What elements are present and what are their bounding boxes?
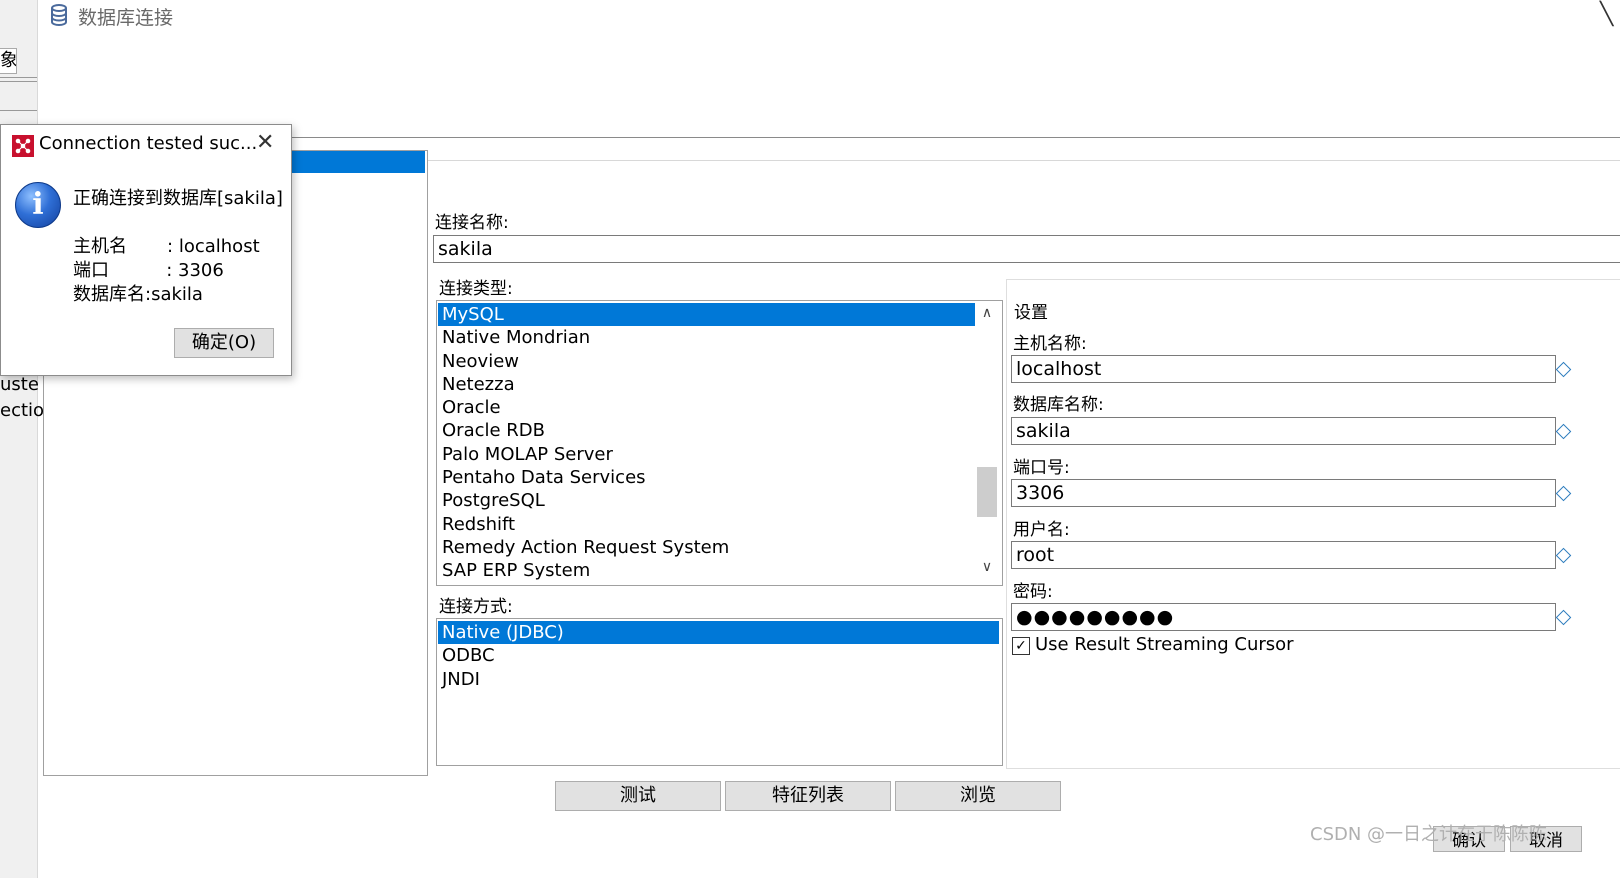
divider bbox=[0, 77, 37, 78]
chevron-up-icon[interactable]: ∧ bbox=[975, 305, 999, 325]
username-label: 用户名: bbox=[1013, 520, 1070, 540]
list-item[interactable]: Redshift bbox=[438, 513, 975, 536]
database-icon bbox=[50, 4, 68, 30]
connection-name-label: 连接名称: bbox=[435, 213, 509, 233]
divider bbox=[0, 81, 37, 82]
close-icon[interactable]: ╲ bbox=[1600, 0, 1613, 30]
list-item[interactable]: Oracle bbox=[438, 396, 975, 419]
username-input[interactable]: root bbox=[1011, 541, 1556, 569]
port-label: 端口号: bbox=[1013, 458, 1070, 478]
connection-type-list[interactable]: MySQL Native Mondrian Neoview Netezza Or… bbox=[436, 300, 1003, 586]
window-title: 数据库连接 bbox=[78, 7, 174, 29]
list-item[interactable]: Pentaho Data Services bbox=[438, 466, 975, 489]
settings-panel bbox=[1006, 279, 1620, 769]
dialog-title: Connection tested suc... bbox=[39, 133, 258, 154]
streaming-cursor-label: Use Result Streaming Cursor bbox=[1035, 634, 1294, 655]
database-label: 数据库名称: bbox=[1013, 395, 1104, 415]
watermark: CSDN @一日之计在于陈陈陈 bbox=[1310, 824, 1548, 845]
list-item[interactable]: Palo MOLAP Server bbox=[438, 443, 975, 466]
scroll-thumb[interactable] bbox=[977, 467, 997, 517]
connection-test-dialog: Connection tested suc... ✕ i 正确连接到数据库[sa… bbox=[0, 124, 292, 376]
list-item[interactable]: PostgreSQL bbox=[438, 489, 975, 512]
host-input[interactable]: localhost bbox=[1011, 355, 1556, 383]
access-method-list[interactable]: Native (JDBC) ODBC JNDI bbox=[436, 618, 1003, 766]
list-item[interactable]: Native (JDBC) bbox=[438, 621, 999, 645]
dialog-host-line: 主机名 : localhost bbox=[73, 236, 260, 257]
divider bbox=[290, 137, 1620, 138]
chevron-down-icon[interactable]: ∨ bbox=[975, 559, 999, 579]
info-icon: i bbox=[15, 182, 61, 228]
connection-type-label: 连接类型: bbox=[439, 279, 513, 299]
password-label: 密码: bbox=[1013, 582, 1053, 602]
divider bbox=[427, 160, 1620, 161]
host-label: 主机名称: bbox=[1013, 334, 1087, 354]
database-input[interactable]: sakila bbox=[1011, 417, 1556, 445]
settings-heading: 设置 bbox=[1014, 303, 1048, 323]
connection-name-input[interactable]: sakila bbox=[433, 235, 1620, 263]
list-item[interactable]: ODBC bbox=[438, 644, 999, 667]
dialog-port-line: 端口 : 3306 bbox=[73, 260, 224, 281]
explore-button[interactable]: 浏览 bbox=[895, 781, 1061, 811]
list-item[interactable]: MySQL bbox=[438, 303, 975, 327]
list-item[interactable]: SAP ERP System bbox=[438, 559, 975, 582]
list-item[interactable]: Neoview bbox=[438, 350, 975, 373]
dialog-message: 正确连接到数据库[sakila] bbox=[73, 188, 283, 209]
dialog-ok-button[interactable]: 确定(O) bbox=[174, 328, 274, 358]
list-item[interactable]: Netezza bbox=[438, 373, 975, 396]
feature-list-button[interactable]: 特征列表 bbox=[725, 781, 891, 811]
selected-category[interactable] bbox=[290, 151, 425, 173]
divider bbox=[0, 110, 37, 111]
background-text: ectio bbox=[0, 400, 45, 421]
list-item[interactable]: Native Mondrian bbox=[438, 326, 975, 349]
close-icon[interactable]: ✕ bbox=[256, 130, 274, 155]
streaming-cursor-checkbox[interactable]: ✓ bbox=[1012, 637, 1030, 655]
background-tab[interactable]: 象 bbox=[0, 48, 17, 74]
test-button[interactable]: 测试 bbox=[555, 781, 721, 811]
list-item[interactable]: Remedy Action Request System bbox=[438, 536, 975, 559]
list-item[interactable]: JNDI bbox=[438, 668, 999, 691]
background-text: uste bbox=[0, 374, 39, 395]
list-item[interactable]: Oracle RDB bbox=[438, 419, 975, 442]
access-method-label: 连接方式: bbox=[439, 597, 513, 617]
port-input[interactable]: 3306 bbox=[1011, 479, 1556, 507]
password-input[interactable]: ●●●●●●●●● bbox=[1011, 603, 1556, 631]
dialog-db-line: 数据库名:sakila bbox=[73, 284, 203, 305]
app-icon bbox=[12, 135, 34, 157]
scrollbar[interactable]: ∧ ∨ bbox=[975, 301, 999, 583]
